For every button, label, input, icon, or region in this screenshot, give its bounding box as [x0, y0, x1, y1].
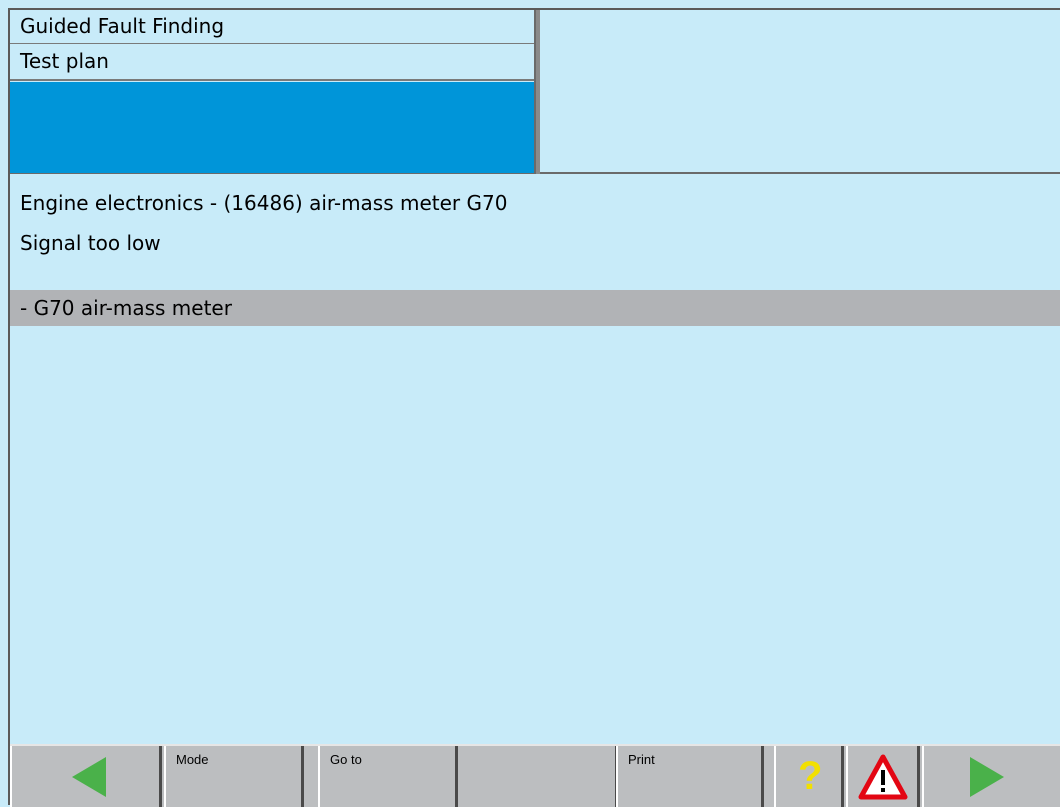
- print-button-label: Print: [628, 752, 655, 767]
- page-subtitle: Test plan: [10, 45, 534, 81]
- warning-button[interactable]: [846, 746, 920, 807]
- list-item[interactable]: - G70 air-mass meter: [10, 290, 1060, 326]
- warning-triangle-icon: [858, 754, 908, 800]
- app-window: Guided Fault Finding Test plan Engine el…: [8, 8, 1060, 807]
- fault-description: Engine electronics - (16486) air-mass me…: [20, 191, 508, 215]
- header-highlight-bar: [10, 82, 534, 173]
- next-button[interactable]: [922, 746, 1060, 807]
- question-mark-icon: ?: [798, 754, 823, 798]
- mode-button[interactable]: Mode: [164, 746, 304, 807]
- fault-condition: Signal too low: [20, 231, 161, 255]
- print-button[interactable]: Print: [616, 746, 764, 807]
- empty-button[interactable]: [458, 746, 618, 807]
- mode-button-label: Mode: [176, 752, 209, 767]
- content-area: Engine electronics - (16486) air-mass me…: [10, 176, 1060, 746]
- help-button[interactable]: ?: [774, 746, 844, 807]
- list-item-label: - G70 air-mass meter: [20, 296, 232, 320]
- header-info-panel: [540, 10, 1060, 174]
- left-arrow-icon: [72, 757, 106, 797]
- goto-button[interactable]: Go to: [318, 746, 458, 807]
- goto-button-label: Go to: [330, 752, 362, 767]
- right-arrow-icon: [970, 757, 1004, 797]
- back-button[interactable]: [10, 746, 162, 807]
- header-panel: Guided Fault Finding Test plan: [10, 10, 536, 174]
- toolbar: Mode Go to Print ?: [10, 744, 1060, 807]
- page-title: Guided Fault Finding: [10, 10, 534, 44]
